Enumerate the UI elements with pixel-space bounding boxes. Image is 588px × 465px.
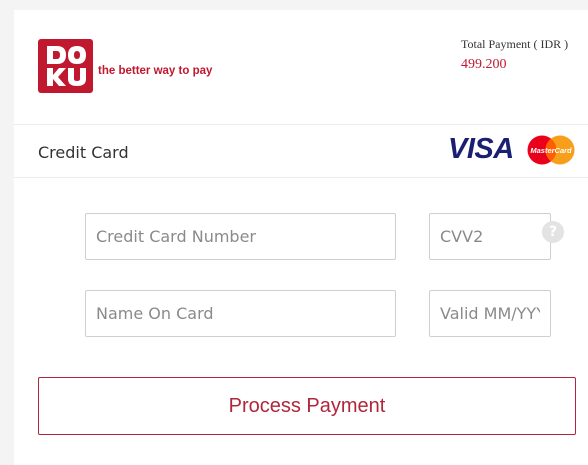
name-on-card-input[interactable] [85,290,396,337]
cvv-input[interactable] [429,213,551,260]
card-number-input[interactable] [85,213,396,260]
mastercard-logo: MasterCard [527,135,575,165]
visa-logo: VISA [448,133,514,165]
method-divider [14,177,588,178]
total-payment-label: Total Payment ( IDR ) [461,37,569,51]
process-payment-button[interactable]: Process Payment [38,377,576,435]
total-payment-amount: 499.200 [461,57,507,72]
expiry-date-input[interactable] [429,290,551,337]
payment-card: the better way to pay Total Payment ( ID… [14,10,588,465]
payment-method-row: Credit Card VISA MasterCard [14,125,588,177]
cvv-help-icon[interactable]: ? [542,221,564,243]
doku-logo [38,39,93,93]
payment-method-label: Credit Card [38,143,129,162]
payment-header: the better way to pay Total Payment ( ID… [14,10,588,124]
brand-tagline: the better way to pay [98,65,213,77]
mastercard-logo-text: MasterCard [530,146,572,155]
